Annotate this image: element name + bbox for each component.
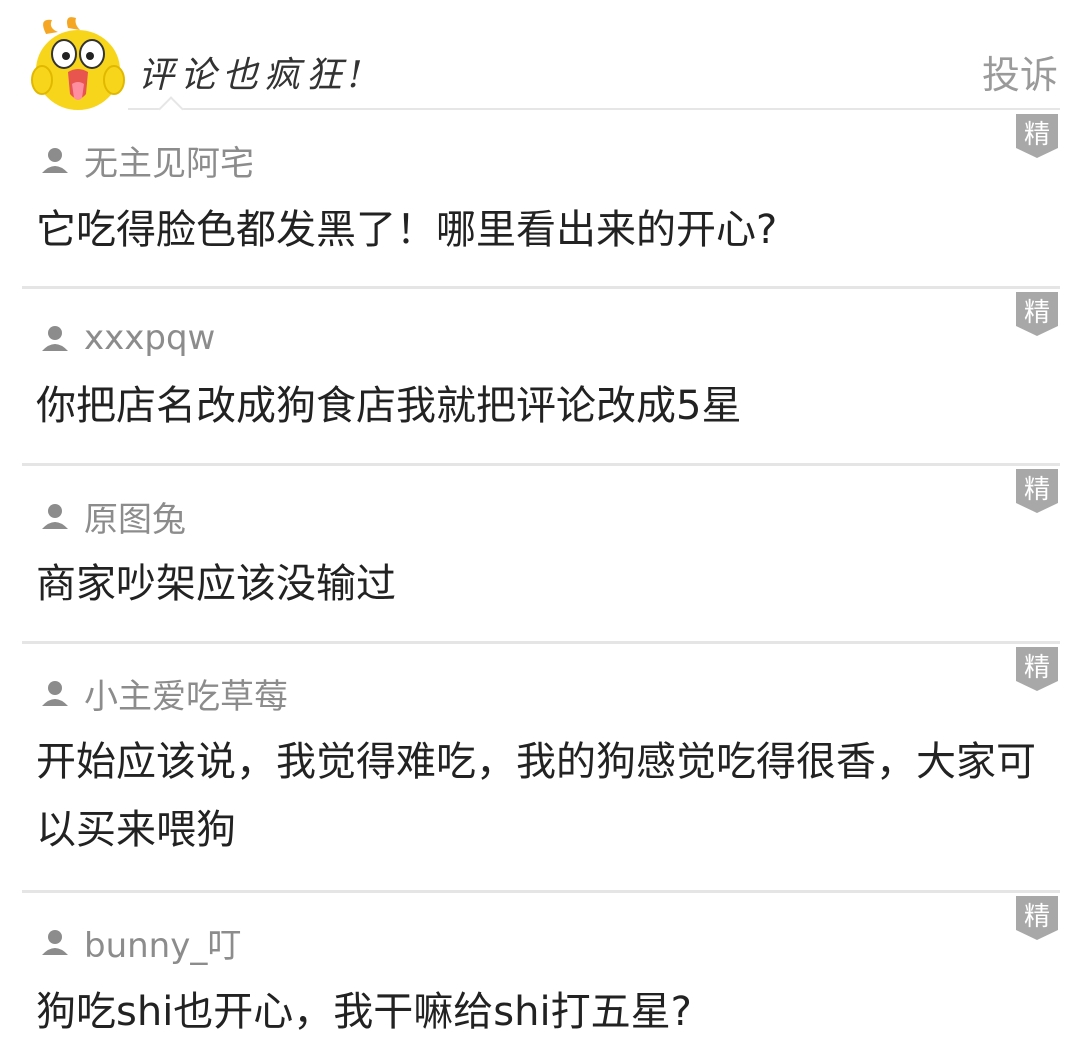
username[interactable]: 无主见阿宅 (84, 136, 254, 185)
comments-header: 评论也疯狂! 投诉 (0, 0, 1080, 122)
svg-text:精: 精 (1024, 475, 1050, 505)
comment-text: 狗吃shi也开心，我干嘛给shi打五星? (36, 989, 692, 1035)
page-title: 评论也疯狂! (138, 55, 369, 96)
comment-author: xxxpqw (40, 316, 215, 360)
username[interactable]: 原图兔 (84, 492, 186, 541)
comment-divider (22, 890, 1060, 893)
username[interactable]: xxxpqw (84, 318, 215, 358)
username[interactable]: bunny_叮 (84, 918, 241, 967)
featured-badge: 精 (1016, 114, 1058, 158)
user-icon (42, 504, 68, 529)
featured-badge: 精 (1016, 896, 1058, 940)
comment-author: 小主爱吃草莓 (40, 669, 288, 718)
comment-text: 你把店名改成狗食店我就把评论改成5星 (36, 383, 742, 429)
comment-author: 原图兔 (40, 492, 186, 541)
comment-author: bunny_叮 (40, 918, 241, 967)
user-icon (42, 681, 68, 706)
svg-text:精: 精 (1024, 653, 1050, 683)
comment-text: 商家吵架应该没输过 (36, 561, 396, 607)
username[interactable]: 小主爱吃草莓 (84, 669, 288, 718)
featured-badge: 精 (1016, 469, 1058, 513)
user-icon (42, 326, 68, 351)
comment-text: 它吃得脸色都发黑了！哪里看出来的开心? (36, 207, 778, 253)
featured-badge: 精 (1016, 292, 1058, 336)
comment-author: 无主见阿宅 (40, 136, 254, 185)
user-icon (42, 930, 68, 955)
svg-text:精: 精 (1024, 120, 1050, 150)
comment-divider (22, 463, 1060, 466)
comment-divider (22, 641, 1060, 644)
user-icon (42, 148, 68, 173)
svg-text:精: 精 (1024, 298, 1050, 328)
header-notch (158, 96, 184, 122)
mascot-icon (31, 17, 125, 110)
comment-divider (22, 286, 1060, 289)
report-button[interactable]: 投诉 (982, 44, 1058, 99)
header-divider (128, 108, 1060, 110)
svg-text:精: 精 (1024, 902, 1050, 932)
comment-text: 开始应该说，我觉得难吃，我的狗感觉吃得很香，大家可以买来喂狗 (36, 739, 1036, 853)
featured-badge: 精 (1016, 647, 1058, 691)
